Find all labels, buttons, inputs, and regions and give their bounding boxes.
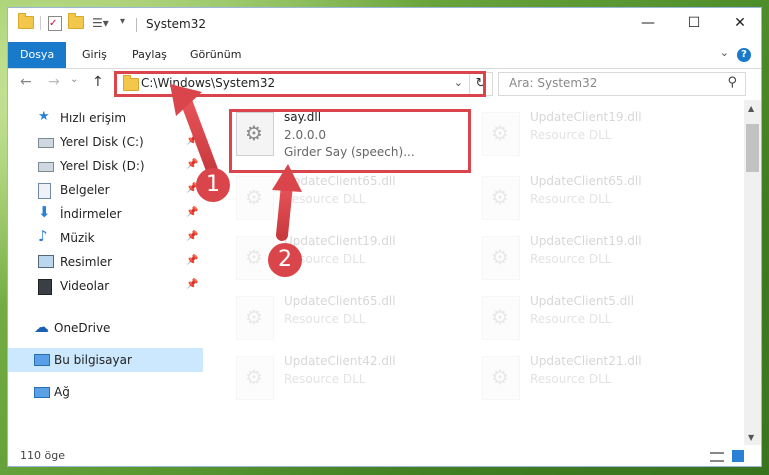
arrow-2 bbox=[272, 164, 302, 241]
callout-badge-1: 1 bbox=[196, 168, 230, 202]
arrow-1 bbox=[170, 84, 218, 176]
callout-arrows bbox=[170, 84, 302, 241]
callout-badge-2: 2 bbox=[268, 243, 302, 277]
